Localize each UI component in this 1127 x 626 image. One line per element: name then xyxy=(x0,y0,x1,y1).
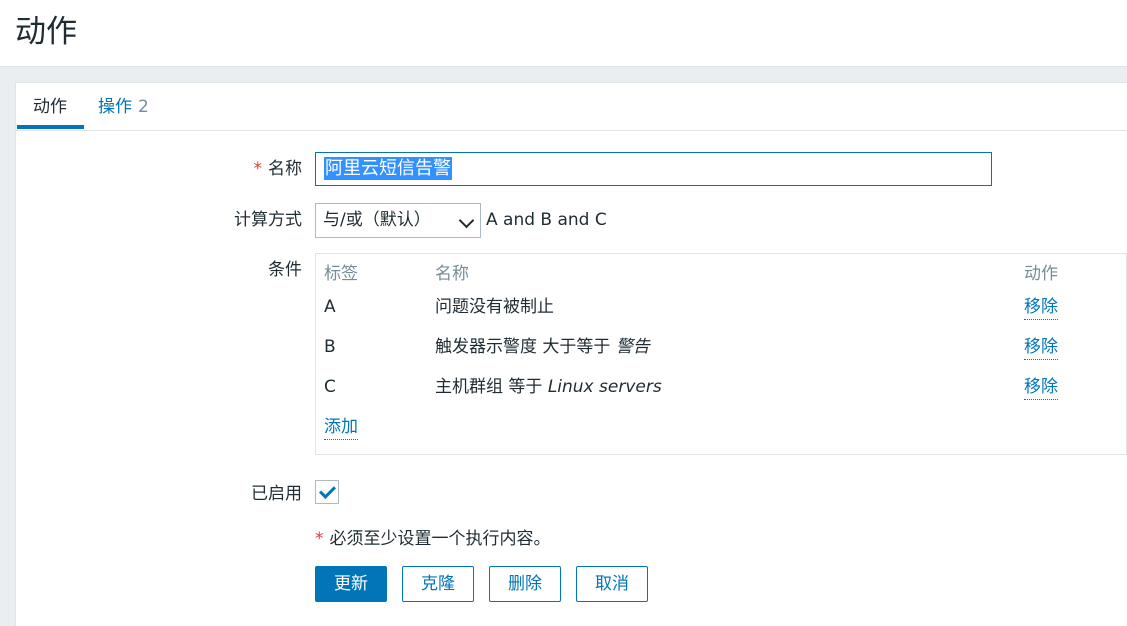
condition-name: 主机群组 等于 Linux servers xyxy=(435,375,662,399)
clone-button[interactable]: 克隆 xyxy=(402,566,474,602)
condition-tag: A xyxy=(324,297,336,317)
col-header-name: 名称 xyxy=(435,264,469,284)
condition-name: 触发器示警度 大于等于 警告 xyxy=(435,335,650,359)
condition-value: 警告 xyxy=(615,337,650,357)
name-input[interactable]: 阿里云短信告警 xyxy=(315,152,992,186)
action-form-card: 动作 操作 2 * 名称 阿里云短信告警 计算方式 与/或（默认） A and B … xyxy=(15,82,1127,626)
required-note: * 必须至少设置一个执行内容。 xyxy=(315,527,551,551)
conditions-label: 条件 xyxy=(268,260,302,280)
tab-action[interactable]: 动作 xyxy=(33,95,67,119)
chevron-down-icon xyxy=(458,212,475,229)
condition-tag: B xyxy=(324,337,336,357)
conditions-table: 标签 名称 动作 A 问题没有被制止 移除 B 触发器示警度 大于等于 警告 移… xyxy=(315,253,1127,455)
col-header-action: 动作 xyxy=(1024,264,1058,284)
remove-condition-button[interactable]: 移除 xyxy=(1024,295,1058,320)
page-header: 动作 xyxy=(0,0,1127,67)
remove-condition-button[interactable]: 移除 xyxy=(1024,335,1058,360)
calc-type-select[interactable]: 与/或（默认） xyxy=(315,203,481,238)
enabled-checkbox[interactable] xyxy=(315,480,339,504)
name-label: * 名称 xyxy=(246,157,303,181)
required-mark: * xyxy=(253,159,263,179)
name-input-value: 阿里云短信告警 xyxy=(324,157,452,180)
col-header-tag: 标签 xyxy=(324,264,358,284)
delete-button[interactable]: 删除 xyxy=(489,566,561,602)
calc-formula: A and B and C xyxy=(486,210,607,230)
condition-name-text: 主机群组 等于 xyxy=(435,377,543,397)
cancel-button[interactable]: 取消 xyxy=(576,566,648,602)
add-condition-button[interactable]: 添加 xyxy=(324,415,358,440)
name-label-text: 名称 xyxy=(268,159,302,179)
tab-operations[interactable]: 操作 2 xyxy=(98,95,149,119)
page-title: 动作 xyxy=(15,14,77,50)
tab-operations-label: 操作 xyxy=(98,97,132,117)
tab-bar: 动作 操作 2 xyxy=(16,83,1127,131)
tab-operations-count: 2 xyxy=(138,97,149,117)
condition-name-text: 问题没有被制止 xyxy=(435,297,554,317)
required-mark: * xyxy=(315,529,324,549)
enabled-label: 已启用 xyxy=(251,484,302,504)
condition-name-text: 触发器示警度 大于等于 xyxy=(435,337,611,357)
calc-type-value: 与/或（默认） xyxy=(323,210,431,230)
calc-label: 计算方式 xyxy=(234,210,302,230)
checkmark-icon xyxy=(319,482,336,499)
active-tab-indicator xyxy=(17,125,84,129)
remove-condition-button[interactable]: 移除 xyxy=(1024,375,1058,400)
condition-name: 问题没有被制止 xyxy=(435,295,554,319)
condition-tag: C xyxy=(324,377,336,397)
condition-value: Linux servers xyxy=(547,377,662,397)
update-button[interactable]: 更新 xyxy=(315,566,387,602)
tab-action-label: 动作 xyxy=(33,97,67,117)
required-note-text: 必须至少设置一个执行内容。 xyxy=(329,529,551,549)
